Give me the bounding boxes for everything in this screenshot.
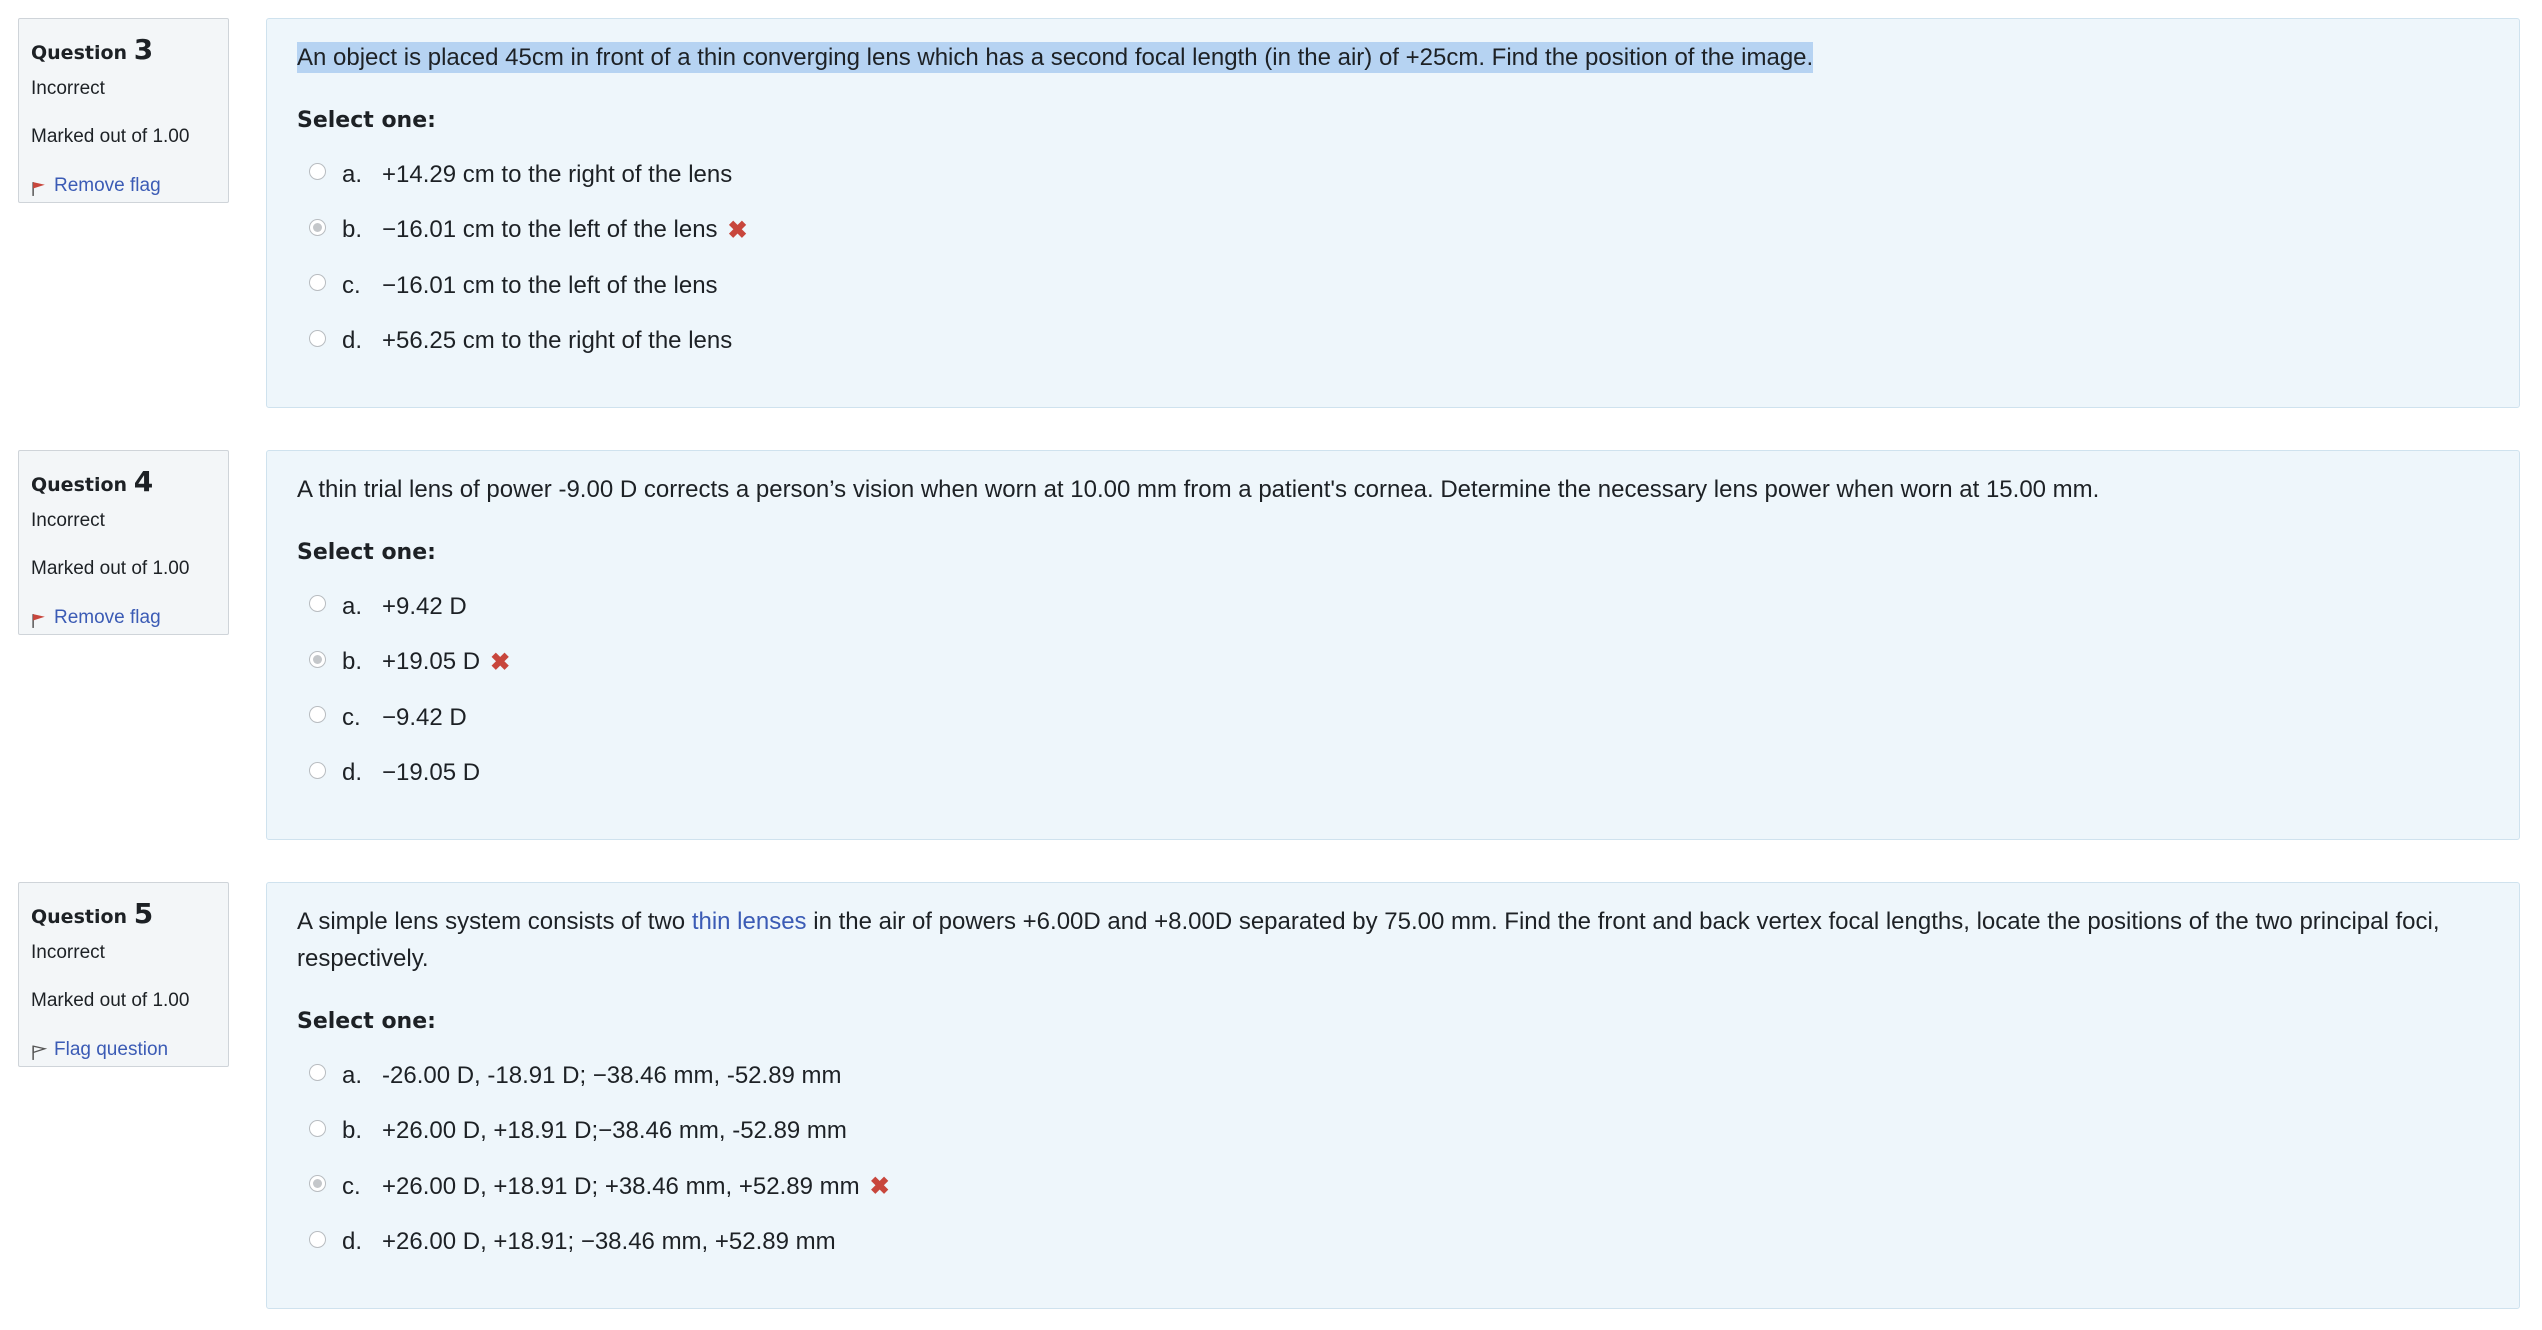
radio-button[interactable] xyxy=(309,163,326,181)
radio-button[interactable] xyxy=(309,1064,326,1082)
answer-text: +26.00 D, +18.91 D; +38.46 mm, +52.89 mm xyxy=(382,1172,860,1200)
question-state: Incorrect xyxy=(31,510,105,531)
question-label: Question xyxy=(31,474,128,496)
answer-text: +56.25 cm to the right of the lens xyxy=(382,327,733,355)
flag-label: Remove flag xyxy=(54,606,161,628)
answer-option-b[interactable]: b. +26.00 D, +18.91 D;−38.46 mm, -52.89 … xyxy=(297,1104,2489,1160)
question-text: A thin trial lens of power -9.00 D corre… xyxy=(297,476,2100,503)
answer-text: +9.42 D xyxy=(382,592,467,620)
incorrect-cross-icon: ✖ xyxy=(727,216,748,244)
answer-option-d[interactable]: d. +26.00 D, +18.91; −38.46 mm, +52.89 m… xyxy=(297,1215,2489,1271)
question-grade: Marked out of 1.00 xyxy=(31,126,190,147)
question-label: Question xyxy=(31,906,128,928)
question-number-value: 3 xyxy=(133,33,154,66)
question-number: Question 3 xyxy=(31,33,216,66)
radio-button[interactable] xyxy=(309,706,326,724)
thin-lenses-link[interactable]: thin lenses xyxy=(692,908,807,935)
answer-letter: c. xyxy=(342,271,361,299)
red-flag-icon xyxy=(32,182,45,196)
answer-letter: c. xyxy=(342,703,361,731)
remove-flag-link[interactable]: Remove flag xyxy=(31,174,216,197)
select-one-prompt: Select one: xyxy=(297,108,436,133)
answer-letter: d. xyxy=(342,1228,363,1256)
question-number-value: 4 xyxy=(133,465,154,498)
answer-text: +26.00 D, +18.91; −38.46 mm, +52.89 mm xyxy=(382,1228,836,1256)
select-one-prompt: Select one: xyxy=(297,540,436,565)
radio-button-selected[interactable] xyxy=(309,218,326,236)
answer-text: −16.01 cm to the left of the lens xyxy=(382,271,718,299)
remove-flag-link[interactable]: Remove flag xyxy=(31,606,216,629)
answer-option-c[interactable]: c. +26.00 D, +18.91 D; +38.46 mm, +52.89… xyxy=(297,1159,2489,1215)
radio-button[interactable] xyxy=(309,595,326,613)
answer-text: -26.00 D, -18.91 D; −38.46 mm, -52.89 mm xyxy=(382,1061,842,1089)
question-content: A thin trial lens of power -9.00 D corre… xyxy=(266,450,2520,840)
radio-button-selected[interactable] xyxy=(309,1175,326,1193)
radio-button[interactable] xyxy=(309,274,326,292)
answer-text: +26.00 D, +18.91 D;−38.46 mm, -52.89 mm xyxy=(382,1117,847,1145)
incorrect-cross-icon: ✖ xyxy=(869,1173,890,1201)
answer-option-d[interactable]: d. −19.05 D xyxy=(297,746,2489,802)
answer-option-a[interactable]: a. +14.29 cm to the right of the lens xyxy=(297,147,2489,203)
radio-button[interactable] xyxy=(309,761,326,779)
answer-option-b[interactable]: b. −16.01 cm to the left of the lens ✖ xyxy=(297,203,2489,259)
question-number: Question 4 xyxy=(31,465,216,498)
question-info: Question 5 Incorrect Marked out of 1.00 … xyxy=(18,882,229,1067)
answer-option-a[interactable]: a. -26.00 D, -18.91 D; −38.46 mm, -52.89… xyxy=(297,1048,2489,1104)
answer-option-c[interactable]: c. −9.42 D xyxy=(297,690,2489,746)
question-info: Question 4 Incorrect Marked out of 1.00 … xyxy=(18,450,229,635)
answer-letter: a. xyxy=(342,160,363,188)
answer-option-d[interactable]: d. +56.25 cm to the right of the lens xyxy=(297,314,2489,370)
outline-flag-icon xyxy=(32,1045,48,1060)
answer-text: +19.05 D xyxy=(382,648,481,676)
answer-option-a[interactable]: a. +9.42 D xyxy=(297,579,2489,635)
question-number: Question 5 xyxy=(31,897,216,930)
answer-text: −9.42 D xyxy=(382,703,467,731)
question-text-selected: An object is placed 45cm in front of a t… xyxy=(297,42,1814,73)
flag-label: Remove flag xyxy=(54,174,161,196)
radio-button[interactable] xyxy=(309,1119,326,1137)
answer-letter: c. xyxy=(342,1172,361,1200)
answer-letter: a. xyxy=(342,1061,363,1089)
answer-text: −16.01 cm to the left of the lens xyxy=(382,216,718,244)
flag-label: Flag question xyxy=(54,1038,169,1060)
question-grade: Marked out of 1.00 xyxy=(31,558,190,579)
question-number-value: 5 xyxy=(133,897,154,930)
radio-button[interactable] xyxy=(309,329,326,347)
question-text: A simple lens system consists of two thi… xyxy=(297,903,2489,977)
answer-letter: a. xyxy=(342,592,363,620)
answer-option-c[interactable]: c. −16.01 cm to the left of the lens xyxy=(297,258,2489,314)
question-content: An object is placed 45cm in front of a t… xyxy=(266,18,2520,408)
question-state: Incorrect xyxy=(31,78,105,99)
question-content: A simple lens system consists of two thi… xyxy=(266,882,2520,1309)
red-flag-icon xyxy=(32,614,45,628)
answer-text: +14.29 cm to the right of the lens xyxy=(382,160,733,188)
incorrect-cross-icon: ✖ xyxy=(490,648,511,676)
answer-option-b[interactable]: b. +19.05 D ✖ xyxy=(297,635,2489,691)
select-one-prompt: Select one: xyxy=(297,1009,436,1034)
answer-text: −19.05 D xyxy=(382,759,481,787)
question-state: Incorrect xyxy=(31,942,105,963)
answer-letter: b. xyxy=(342,1117,363,1145)
answer-letter: d. xyxy=(342,327,363,355)
radio-button-selected[interactable] xyxy=(309,650,326,668)
question-grade: Marked out of 1.00 xyxy=(31,990,190,1011)
answer-letter: d. xyxy=(342,759,363,787)
question-label: Question xyxy=(31,42,128,64)
question-info: Question 3 Incorrect Marked out of 1.00 … xyxy=(18,18,229,203)
answer-letter: b. xyxy=(342,648,363,676)
question-text: An object is placed 45cm in front of a t… xyxy=(297,39,2489,76)
answer-letter: b. xyxy=(342,216,363,244)
flag-question-link[interactable]: Flag question xyxy=(31,1038,216,1061)
question-text-part: A simple lens system consists of two xyxy=(297,908,692,935)
radio-button[interactable] xyxy=(309,1230,326,1248)
